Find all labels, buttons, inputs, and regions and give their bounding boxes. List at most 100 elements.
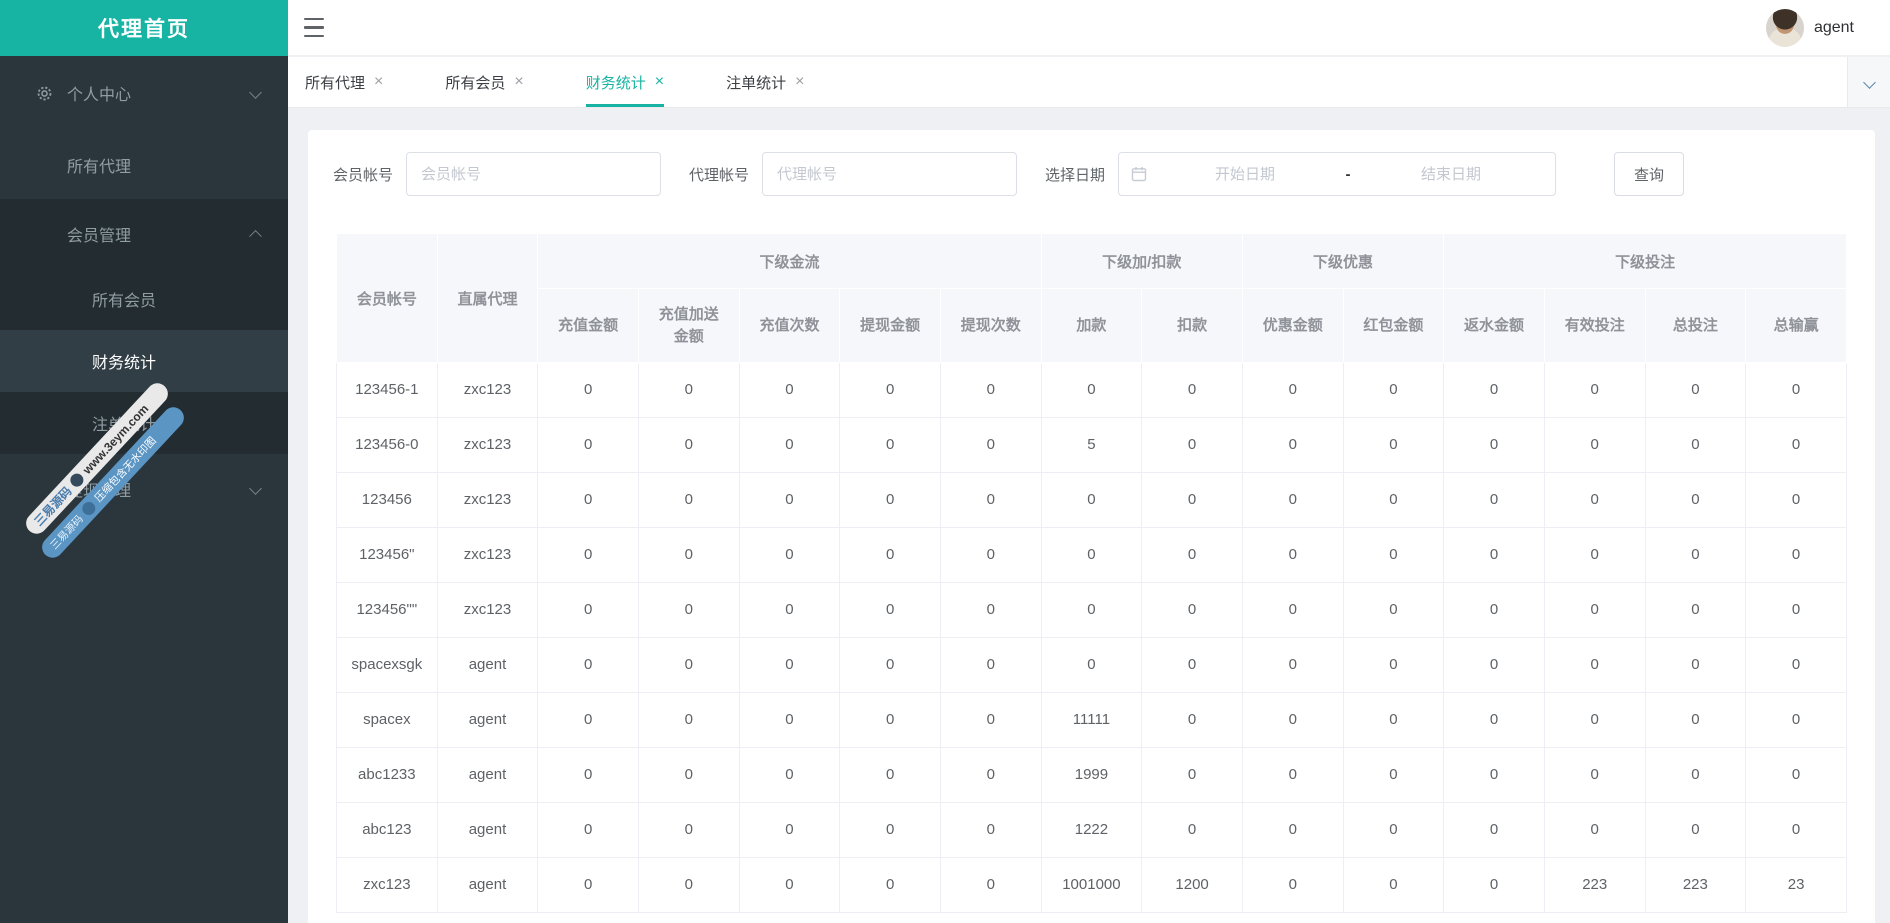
member-account-input[interactable]: [406, 152, 661, 196]
table-cell: 5: [1041, 418, 1142, 473]
col-header-充值加送金额: 充值加送金额: [638, 289, 739, 363]
tab-财务统计[interactable]: 财务统计 ×: [586, 57, 664, 107]
tabs-dropdown-button[interactable]: [1847, 57, 1890, 107]
agent-account-group: [762, 152, 1017, 196]
table-cell: 0: [1544, 473, 1645, 528]
col-header-总投注: 总投注: [1645, 289, 1746, 363]
cell-member-account: abc123: [337, 803, 438, 858]
table-cell: 0: [1746, 473, 1847, 528]
table-cell: 223: [1544, 858, 1645, 913]
table-cell: 0: [538, 803, 639, 858]
user-menu[interactable]: agent: [1766, 0, 1854, 56]
sidebar-item-财务统计[interactable]: 财务统计: [0, 330, 288, 392]
sidebar-item-label: 所有会员: [92, 287, 156, 311]
table-cell: 0: [739, 858, 840, 913]
table-row: spacexsgkagent0000000000000: [337, 638, 1847, 693]
end-date-input[interactable]: [1359, 166, 1543, 183]
table-cell: 0: [638, 803, 739, 858]
sidebar-item-提现管理[interactable]: 提现管理: [0, 454, 288, 523]
chevron-down-icon: [251, 480, 260, 498]
table-cell: 0: [538, 638, 639, 693]
member-account-label: 会员帐号: [333, 164, 393, 185]
col-header-直属代理: 直属代理: [437, 234, 538, 363]
tab-close-icon[interactable]: ×: [374, 74, 383, 90]
table-cell: 0: [1242, 418, 1343, 473]
sidebar-item-所有会员[interactable]: 所有会员: [0, 268, 288, 330]
date-range-picker[interactable]: -: [1118, 152, 1556, 196]
cell-member-account: 123456: [337, 473, 438, 528]
cell-member-account: spacex: [337, 693, 438, 748]
table-cell: 0: [638, 693, 739, 748]
table-cell: 0: [538, 363, 639, 418]
table-cell: 0: [739, 473, 840, 528]
group-header-下级金流: 下级金流: [538, 234, 1041, 289]
sidebar-item-label: 财务统计: [92, 349, 156, 373]
table-cell: 0: [840, 473, 941, 528]
stats-table-body: 123456-1zxc1230000000000000123456-0zxc12…: [337, 363, 1847, 913]
table-cell: 0: [1142, 748, 1243, 803]
table-cell: 0: [538, 583, 639, 638]
table-cell: 0: [739, 748, 840, 803]
tab-label: 注单统计: [726, 72, 786, 93]
table-cell: 0: [1544, 363, 1645, 418]
stats-table: 会员帐号直属代理下级金流下级加/扣款下级优惠下级投注充值金额充值加送金额充值次数…: [336, 233, 1847, 913]
table-cell: 0: [1444, 473, 1545, 528]
agent-account-input[interactable]: [762, 152, 1017, 196]
table-cell: 0: [940, 748, 1041, 803]
table-cell: 0: [940, 803, 1041, 858]
chevron-down-icon: [1863, 76, 1876, 89]
table-cell: 11111: [1041, 693, 1142, 748]
table-cell: 0: [840, 583, 941, 638]
table-cell: 0: [1343, 473, 1444, 528]
tab-close-icon[interactable]: ×: [795, 74, 804, 90]
cell-member-account: 123456-0: [337, 418, 438, 473]
col-header-加款: 加款: [1041, 289, 1142, 363]
table-cell: agent: [437, 748, 538, 803]
tab-close-icon[interactable]: ×: [514, 74, 523, 90]
table-cell: zxc123: [437, 363, 538, 418]
table-cell: 0: [1444, 693, 1545, 748]
avatar[interactable]: [1766, 9, 1804, 47]
tabbar: 所有代理×所有会员×财务统计×注单统计×: [288, 57, 1890, 108]
col-header-充值金额: 充值金额: [538, 289, 639, 363]
tab-label: 财务统计: [586, 72, 646, 93]
table-cell: 0: [1544, 638, 1645, 693]
table-cell: 0: [1746, 418, 1847, 473]
col-header-提现金额: 提现金额: [840, 289, 941, 363]
table-cell: agent: [437, 693, 538, 748]
sidebar-item-label: 提现管理: [67, 477, 131, 501]
table-cell: 0: [940, 473, 1041, 528]
calendar-icon: [1131, 166, 1147, 182]
table-cell: 0: [1343, 638, 1444, 693]
sidebar-item-注单统计[interactable]: 注单统计: [0, 392, 288, 454]
table-cell: 0: [638, 583, 739, 638]
group-header-下级加/扣款: 下级加/扣款: [1041, 234, 1242, 289]
col-header-优惠金额: 优惠金额: [1242, 289, 1343, 363]
header-sub-row: 充值金额充值加送金额充值次数提现金额提现次数加款扣款优惠金额红包金额返水金额有效…: [337, 289, 1847, 363]
tab-label: 所有代理: [305, 72, 365, 93]
hamburger-menu-icon[interactable]: [304, 18, 324, 37]
table-row: abc1233agent0000019990000000: [337, 748, 1847, 803]
tab-所有会员[interactable]: 所有会员×: [445, 57, 523, 107]
cell-member-account: 123456-1: [337, 363, 438, 418]
sidebar-item-会员管理[interactable]: 会员管理: [0, 199, 288, 268]
table-cell: 0: [1041, 528, 1142, 583]
tab-close-icon[interactable]: ×: [655, 74, 664, 90]
table-cell: 0: [1444, 363, 1545, 418]
start-date-input[interactable]: [1153, 166, 1337, 183]
table-cell: 0: [940, 858, 1041, 913]
table-cell: 0: [1544, 748, 1645, 803]
cell-member-account: 123456"": [337, 583, 438, 638]
stats-table-wrap: 会员帐号直属代理下级金流下级加/扣款下级优惠下级投注充值金额充值加送金额充值次数…: [336, 233, 1847, 913]
table-cell: 0: [638, 363, 739, 418]
tab-注单统计[interactable]: 注单统计 ×: [726, 57, 804, 107]
table-cell: 0: [1041, 363, 1142, 418]
table-cell: 0: [1343, 693, 1444, 748]
table-cell: 0: [1645, 528, 1746, 583]
search-button[interactable]: 查询: [1614, 152, 1684, 196]
sidebar-item-所有代理[interactable]: 所有代理: [0, 130, 288, 199]
sidebar-item-个人中心[interactable]: 个人中心: [0, 56, 288, 130]
tab-所有代理[interactable]: 所有代理 ×: [305, 57, 383, 107]
table-row: 123456zxc1230000000000000: [337, 473, 1847, 528]
table-cell: 0: [940, 693, 1041, 748]
